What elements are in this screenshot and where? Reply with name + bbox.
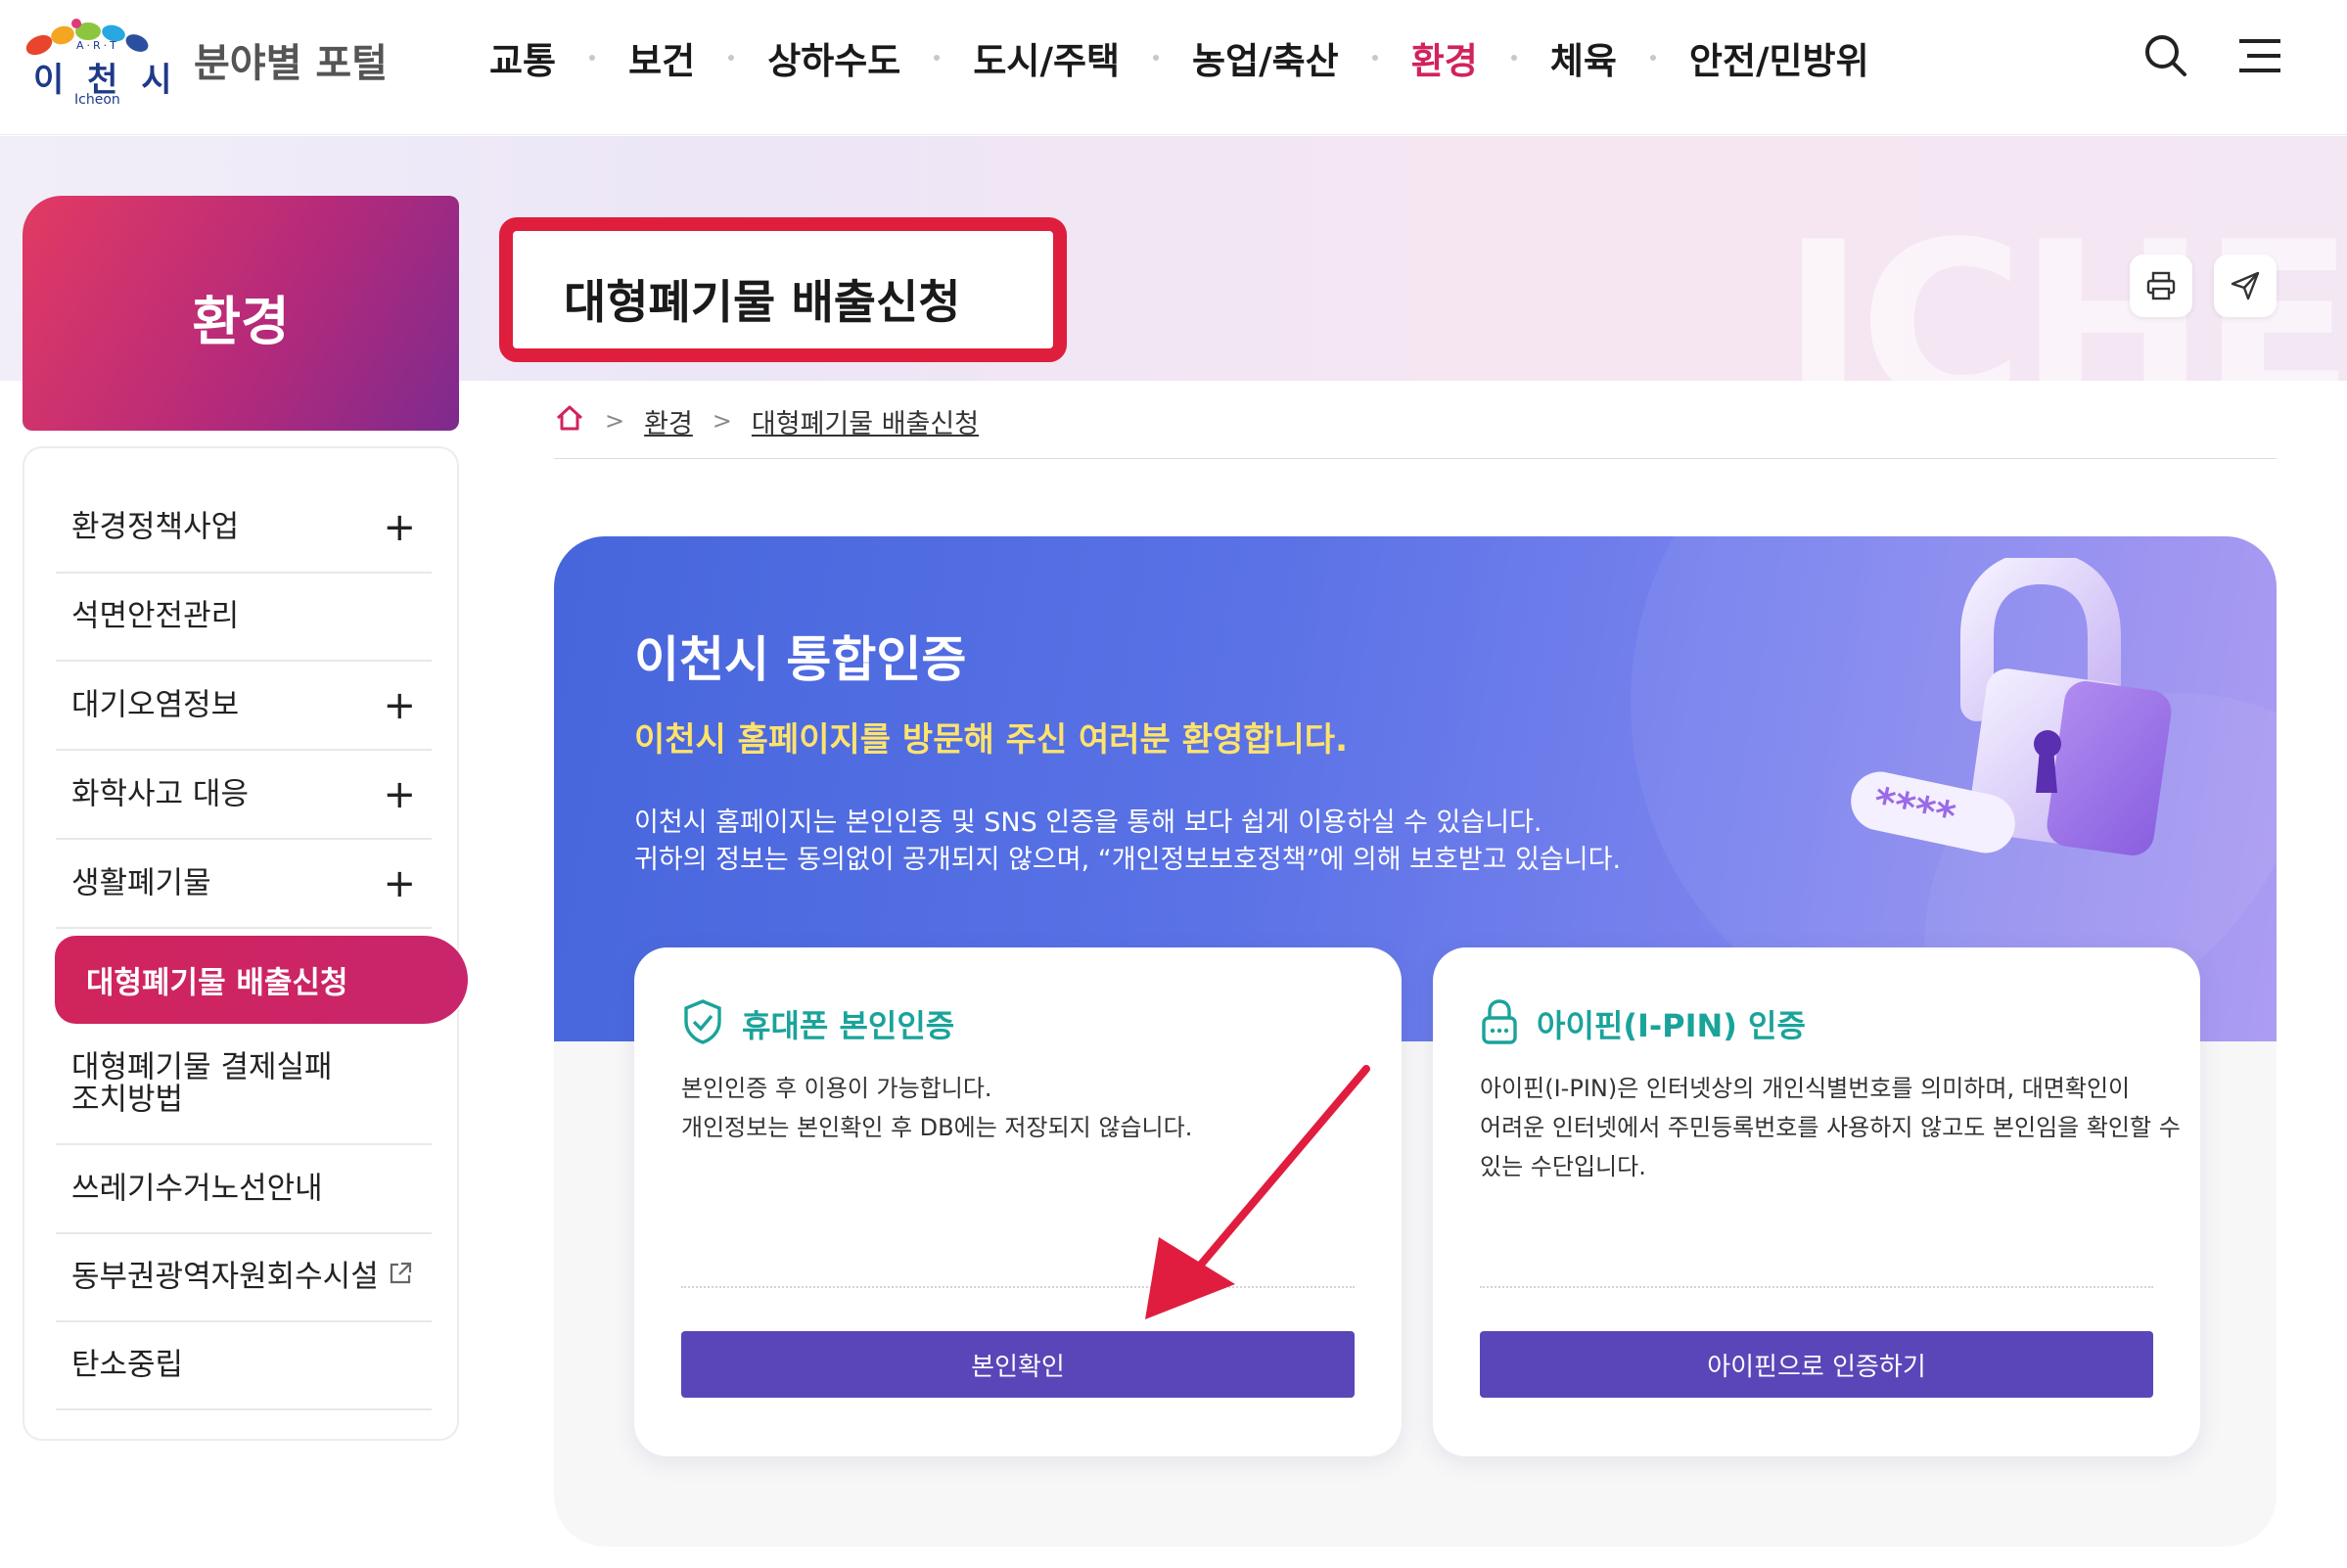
sidebar-item-label-line2: 조치방법 [71, 1082, 184, 1117]
sidebar-item-air-pollution[interactable]: 대기오염정보 + [56, 662, 432, 751]
nav-separator [934, 55, 941, 61]
card-title: 휴대폰 본인인증 [742, 1007, 955, 1044]
sidebar-item-label: 쓰레기수거노선안내 [71, 1171, 323, 1207]
nav-separator [1510, 55, 1517, 61]
sidebar-item-label: 화학사고 대응 [71, 776, 249, 812]
chevron-right-icon: > [712, 407, 732, 435]
sidebar-item-label: 대기오염정보 [71, 687, 240, 723]
home-icon[interactable] [554, 402, 585, 440]
sidebar-item-label: 생활폐기물 [71, 865, 211, 901]
plus-icon[interactable]: + [383, 861, 416, 906]
breadcrumb-current[interactable]: 대형폐기물 배출신청 [752, 402, 979, 440]
print-button[interactable] [2130, 254, 2192, 317]
external-link-icon [387, 1260, 414, 1295]
nav-separator [1153, 55, 1160, 61]
sidebar-item-label: 탄소중립 [71, 1347, 184, 1383]
plus-icon[interactable]: + [383, 683, 416, 728]
nav-item-safety[interactable]: 안전/민방위 [1689, 31, 1869, 84]
card-divider [1480, 1286, 2153, 1288]
card-divider [681, 1286, 1355, 1288]
auth-welcome: 이천시 홈페이지를 방문해 주신 여러분 환영합니다. [634, 720, 1348, 760]
sidebar-item-chemical-accident[interactable]: 화학사고 대응 + [56, 751, 432, 840]
sidebar-item-resource-recovery[interactable]: 동부권광역자원회수시설 [56, 1234, 432, 1322]
card-text-line: 개인정보는 본인확인 후 DB에는 저장되지 않습니다. [681, 1114, 1193, 1141]
logo-art-text: A·R·T [76, 39, 119, 52]
card-text-line: 있는 수단입니다. [1480, 1153, 1646, 1180]
shield-check-icon [681, 998, 724, 1049]
sidebar-item-label: 석면안전관리 [71, 598, 240, 634]
section-title: 환경 [192, 291, 290, 352]
sidebar-item-label-line1: 대형폐기물 결제실패 [71, 1049, 333, 1085]
site-header: A·R·T 이 천 시 Icheon 분야별 포털 교통 보건 상하수도 도시/… [0, 0, 2347, 135]
search-icon[interactable] [2140, 29, 2192, 82]
auth-description-2: 귀하의 정보는 동의없이 공개되지 않으며, “개인정보보호정책”에 의해 보호… [634, 845, 1622, 875]
card-text-line: 본인인증 후 이용이 가능합니다. [681, 1075, 992, 1102]
share-button[interactable] [2214, 254, 2277, 317]
plus-icon[interactable]: + [383, 505, 416, 550]
printer-icon [2146, 271, 2176, 300]
breadcrumb-environment[interactable]: 환경 [644, 402, 693, 440]
sidebar-item-label: 환경정책사업 [71, 509, 240, 545]
breadcrumb-divider [554, 458, 2277, 459]
plus-icon[interactable]: + [383, 772, 416, 817]
sidebar-item-household-waste[interactable]: 생활폐기물 + [56, 840, 432, 929]
nav-separator [589, 55, 596, 61]
nav-item-traffic[interactable]: 교통 [489, 31, 556, 84]
ipin-auth-card: 아이핀(I-PIN) 인증 아이핀(I-PIN)은 인터넷상의 개인식별번호를 … [1433, 947, 2200, 1456]
sidebar-item-env-policy[interactable]: 환경정책사업 + [56, 484, 432, 574]
card-header: 아이핀(I-PIN) 인증 [1480, 998, 1806, 1049]
chevron-right-icon: > [605, 407, 625, 435]
phone-auth-card: 휴대폰 본인인증 본인인증 후 이용이 가능합니다. 개인정보는 본인확인 후 … [634, 947, 1402, 1456]
auth-description-1: 이천시 홈페이지는 본인인증 및 SNS 인증을 통해 보다 쉽게 이용하실 수… [634, 807, 1542, 838]
card-text-line: 어려운 인터넷에서 주민등록번호를 사용하지 않고도 본인임을 확인할 수 [1480, 1114, 2181, 1141]
sidebar-item-asbestos[interactable]: 석면안전관리 [56, 574, 432, 662]
page-title-highlight: 대형폐기물 배출신청 [499, 217, 1067, 362]
nav-separator [1649, 55, 1656, 61]
nav-item-health[interactable]: 보건 [628, 31, 695, 84]
section-title-box: 환경 [23, 196, 459, 431]
sidebar-item-label: 동부권광역자원회수시설 [71, 1259, 379, 1295]
lock-illustration: **** [1830, 550, 2202, 891]
page-title: 대형폐기물 배출신청 [564, 276, 961, 330]
nav-item-agriculture[interactable]: 농업/축산 [1192, 31, 1339, 84]
nav-item-water[interactable]: 상하수도 [767, 31, 900, 84]
card-header: 휴대폰 본인인증 [681, 998, 954, 1049]
icheon-logo[interactable]: A·R·T 이 천 시 Icheon [18, 10, 174, 108]
sidebar-item-payment-failure[interactable]: 대형폐기물 결제실패 조치방법 [56, 1024, 432, 1145]
nav-item-environment[interactable]: 환경 [1411, 31, 1478, 84]
nav-item-sports[interactable]: 체육 [1550, 31, 1617, 84]
portal-title[interactable]: 분야별 포털 [194, 31, 388, 88]
auth-title: 이천시 통합인증 [634, 631, 967, 688]
main-navigation: 교통 보건 상하수도 도시/주택 농업/축산 환경 체육 안전/민방위 [489, 0, 1869, 115]
sidebar-item-label: 대형폐기물 결제실패 조치방법 [71, 1051, 333, 1115]
nav-separator [728, 55, 735, 61]
sidebar-item-label: 대형폐기물 배출신청 [86, 965, 348, 1001]
ipin-auth-button[interactable]: 아이핀으로 인증하기 [1480, 1331, 2153, 1398]
sidebar-item-bulky-waste-active[interactable]: 대형폐기물 배출신청 [55, 936, 468, 1024]
padlock-icon [1480, 998, 1519, 1049]
logo-english-text: Icheon [74, 92, 120, 108]
breadcrumb: > 환경 > 대형폐기물 배출신청 [554, 401, 979, 440]
send-icon [2231, 271, 2260, 300]
sidebar-item-carbon-neutral[interactable]: 탄소중립 [56, 1322, 432, 1410]
verify-identity-button[interactable]: 본인확인 [681, 1331, 1355, 1398]
nav-separator [1371, 55, 1378, 61]
card-text-line: 아이핀(I-PIN)은 인터넷상의 개인식별번호를 의미하며, 대면확인이 [1480, 1075, 2131, 1102]
nav-item-urban-housing[interactable]: 도시/주택 [973, 31, 1120, 84]
hamburger-menu-icon[interactable] [2233, 29, 2286, 82]
sidebar-item-collection-route[interactable]: 쓰레기수거노선안내 [56, 1145, 432, 1234]
card-title: 아이핀(I-PIN) 인증 [1537, 1007, 1806, 1044]
